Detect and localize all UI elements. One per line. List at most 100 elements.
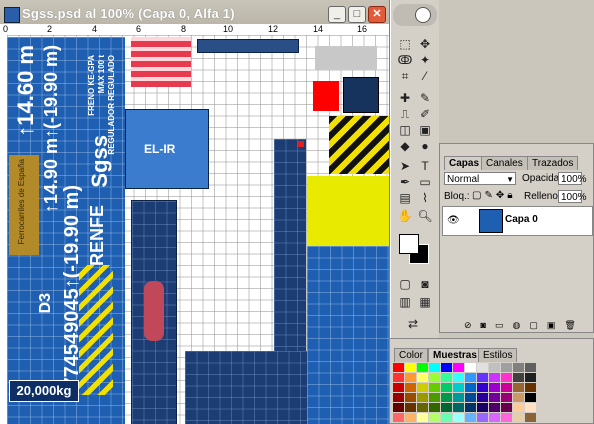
color-swatch[interactable] <box>429 393 440 402</box>
color-swatch[interactable] <box>525 363 536 372</box>
color-swatch[interactable] <box>513 413 524 422</box>
pen-tool-icon[interactable]: ✒ <box>397 174 413 190</box>
color-swatch[interactable] <box>441 413 452 422</box>
path-select-icon[interactable]: ➤ <box>397 158 413 174</box>
color-swatch[interactable] <box>405 383 416 392</box>
color-swatch[interactable] <box>513 403 524 412</box>
color-swatch[interactable] <box>453 383 464 392</box>
gradient-tool-icon[interactable]: ▣ <box>417 122 433 138</box>
move-tool-icon[interactable]: ✥ <box>417 36 433 52</box>
color-swatch[interactable] <box>405 413 416 422</box>
color-swatch[interactable] <box>489 413 500 422</box>
color-swatch[interactable] <box>429 373 440 382</box>
color-swatch[interactable] <box>441 363 452 372</box>
fill-input[interactable]: 100% <box>558 190 587 203</box>
type-tool-icon[interactable]: T <box>417 158 433 174</box>
color-swatch[interactable] <box>525 413 536 422</box>
color-swatch[interactable] <box>393 383 404 392</box>
tab-canales[interactable]: Canales <box>481 156 528 170</box>
color-swatch[interactable] <box>489 403 500 412</box>
color-swatch[interactable] <box>417 393 428 402</box>
magic-wand-icon[interactable]: ✦ <box>417 52 433 68</box>
color-swatch[interactable] <box>465 393 476 402</box>
crop-tool-icon[interactable]: ⌗ <box>397 68 413 84</box>
tab-trazados[interactable]: Trazados <box>527 156 579 170</box>
shape-tool-icon[interactable]: ▭ <box>417 174 433 190</box>
color-swatch[interactable] <box>525 373 536 382</box>
brush-tool-icon[interactable]: ✎ <box>417 90 433 106</box>
color-swatch[interactable] <box>405 393 416 402</box>
color-swatch[interactable] <box>417 363 428 372</box>
slice-tool-icon[interactable]: ⁄ <box>417 68 433 84</box>
standard-mode-icon[interactable]: ▢ <box>397 276 413 292</box>
color-swatch[interactable] <box>501 413 512 422</box>
color-swatch[interactable] <box>417 403 428 412</box>
notes-tool-icon[interactable]: ▤ <box>397 190 413 206</box>
color-swatch[interactable] <box>441 373 452 382</box>
color-swatch[interactable] <box>453 403 464 412</box>
color-swatch[interactable] <box>465 373 476 382</box>
color-swatch[interactable] <box>429 413 440 422</box>
color-swatch[interactable] <box>525 403 536 412</box>
opacity-input[interactable]: 100% <box>558 172 587 185</box>
hand-tool-icon[interactable]: ✋ <box>397 208 413 224</box>
stamp-tool-icon[interactable]: ⎍ <box>397 106 413 122</box>
tab-color[interactable]: Color <box>394 348 428 362</box>
minimize-button[interactable]: _ <box>328 6 346 23</box>
screen-mode-icon[interactable]: ▥ <box>397 294 413 310</box>
eraser-tool-icon[interactable]: ◫ <box>397 122 413 138</box>
color-swatch[interactable] <box>393 363 404 372</box>
color-swatch[interactable] <box>513 363 524 372</box>
color-swatch[interactable] <box>477 373 488 382</box>
color-swatch[interactable] <box>453 363 464 372</box>
quickmask-mode-icon[interactable]: ◙ <box>417 276 433 292</box>
color-swatch[interactable] <box>477 413 488 422</box>
color-swatch[interactable] <box>501 383 512 392</box>
color-swatch[interactable] <box>429 363 440 372</box>
color-swatch[interactable] <box>417 383 428 392</box>
color-swatch[interactable] <box>489 373 500 382</box>
color-swatch[interactable] <box>489 393 500 402</box>
color-swatch[interactable] <box>405 373 416 382</box>
lock-icons[interactable]: ▢✎✥🔒︎ <box>472 190 516 201</box>
color-swatch[interactable] <box>453 373 464 382</box>
color-swatch[interactable] <box>489 363 500 372</box>
color-swatch[interactable] <box>465 413 476 422</box>
color-swatch[interactable] <box>477 383 488 392</box>
eye-icon[interactable]: 👁︎ <box>447 215 460 226</box>
color-swatch[interactable] <box>429 383 440 392</box>
color-swatch[interactable] <box>465 383 476 392</box>
layer-row[interactable]: 👁︎ Capa 0 <box>442 206 593 236</box>
color-swatch[interactable] <box>393 403 404 412</box>
color-swatch[interactable] <box>501 393 512 402</box>
blend-mode-select[interactable]: Normal ▼ <box>444 172 516 185</box>
color-swatch[interactable] <box>501 373 512 382</box>
eyedropper-icon[interactable]: ⌇ <box>417 190 433 206</box>
color-swatch[interactable] <box>477 403 488 412</box>
color-swatch[interactable] <box>513 393 524 402</box>
color-swatch[interactable] <box>441 403 452 412</box>
blur-tool-icon[interactable]: ◆ <box>397 138 413 154</box>
color-swatch[interactable] <box>465 403 476 412</box>
dodge-tool-icon[interactable]: ● <box>417 138 433 154</box>
color-swatch[interactable] <box>429 403 440 412</box>
color-swatch[interactable] <box>453 413 464 422</box>
color-swatch[interactable] <box>501 403 512 412</box>
color-swatch[interactable] <box>393 393 404 402</box>
color-swatch[interactable] <box>393 413 404 422</box>
color-swatch[interactable] <box>441 383 452 392</box>
layers-footer-icons[interactable]: ⊘◙▭◍▢▣🗑︎ <box>440 320 593 332</box>
lasso-tool-icon[interactable]: ↂ <box>397 52 413 68</box>
color-swatch[interactable] <box>393 373 404 382</box>
healing-brush-icon[interactable]: ✚ <box>397 90 413 106</box>
color-swatch[interactable] <box>501 363 512 372</box>
jump-to-imageready-icon[interactable]: ⇄ <box>405 316 421 332</box>
color-swatch[interactable] <box>525 393 536 402</box>
color-swatch[interactable] <box>477 363 488 372</box>
zoom-tool-icon[interactable]: 🔍︎ <box>417 208 433 224</box>
marquee-tool-icon[interactable]: ⬚ <box>397 36 413 52</box>
maximize-button[interactable]: □ <box>348 6 366 23</box>
color-swatch[interactable] <box>477 393 488 402</box>
tab-capas[interactable]: Capas <box>444 156 485 170</box>
color-swatch[interactable] <box>417 373 428 382</box>
